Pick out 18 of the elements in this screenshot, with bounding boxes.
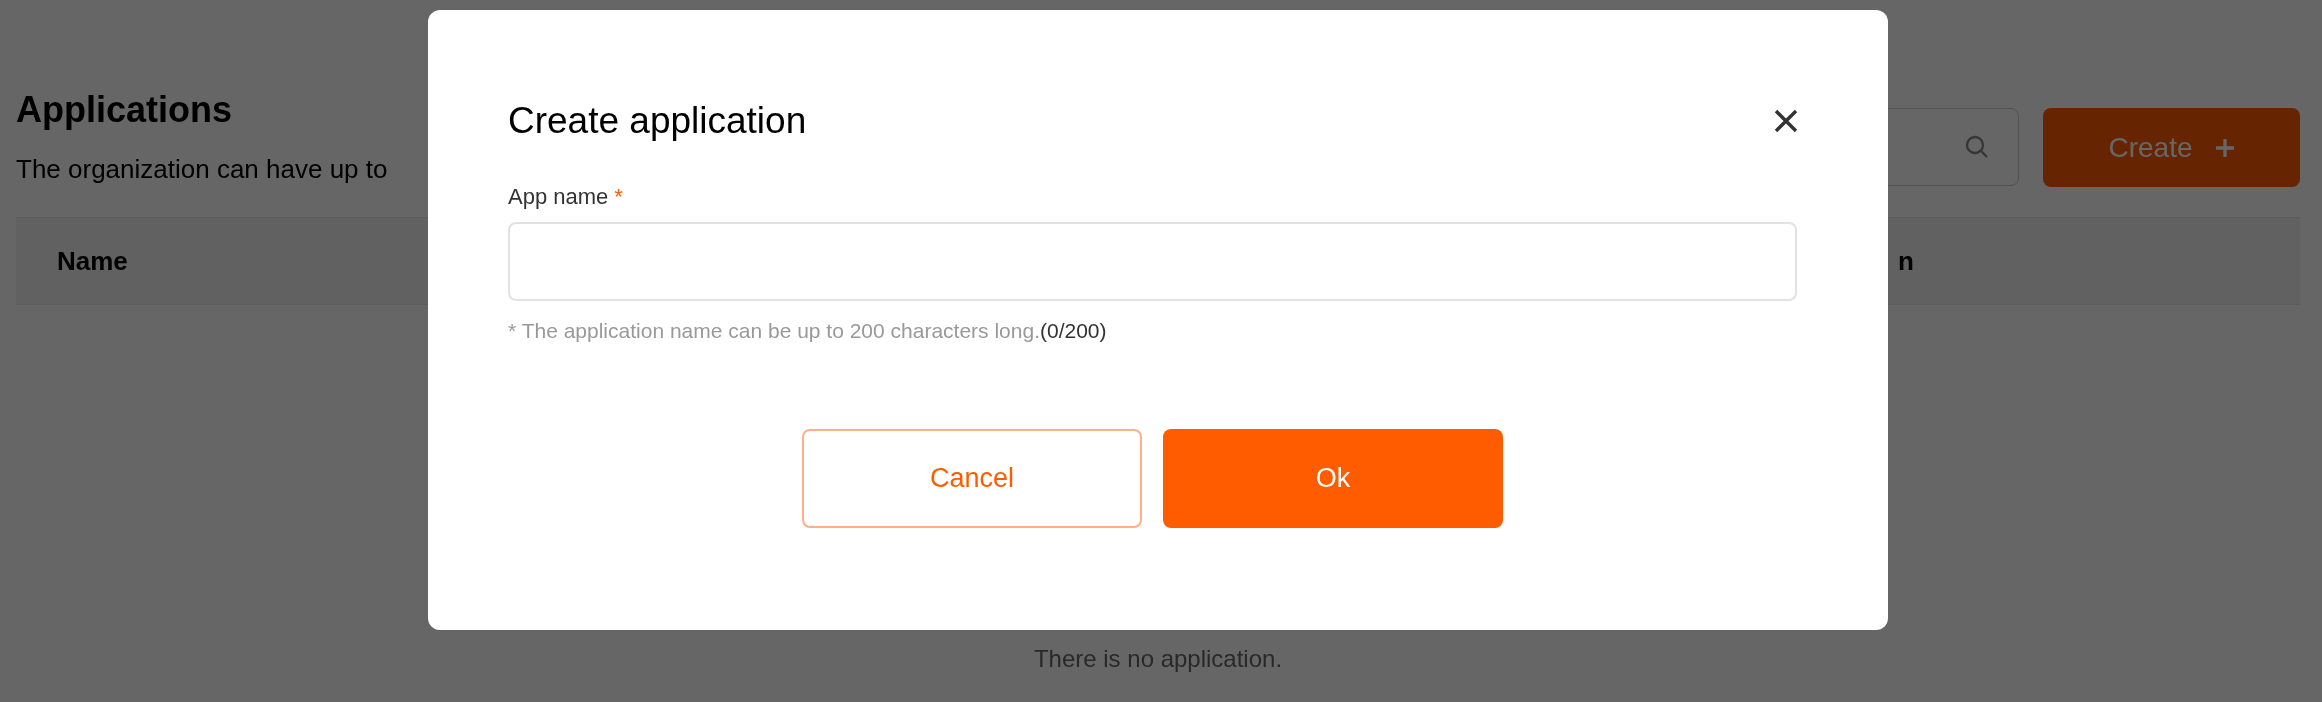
column-header: Name [57,245,128,277]
required-mark: * [614,184,623,210]
page-subtitle: The organization can have up to [16,154,388,185]
cancel-button[interactable]: Cancel [802,429,1142,528]
field-hint: * The application name can be up to 200 characters long. [508,319,1040,342]
close-button[interactable] [1773,108,1799,134]
page-title: Applications [16,88,234,132]
column-header: n [1898,245,1914,277]
empty-message: There is no application. [1033,645,1283,672]
ok-button[interactable]: Ok [1163,429,1503,528]
character-counter: (0/200) [1039,319,1107,342]
search-icon [1964,134,1990,160]
dialog-title: Create application [508,100,807,142]
app-name-field[interactable] [508,222,1797,301]
field-label: App name [508,184,609,210]
create-button[interactable]: Create [2043,108,2300,187]
plus-icon [2214,137,2235,158]
close-icon [1773,108,1799,134]
